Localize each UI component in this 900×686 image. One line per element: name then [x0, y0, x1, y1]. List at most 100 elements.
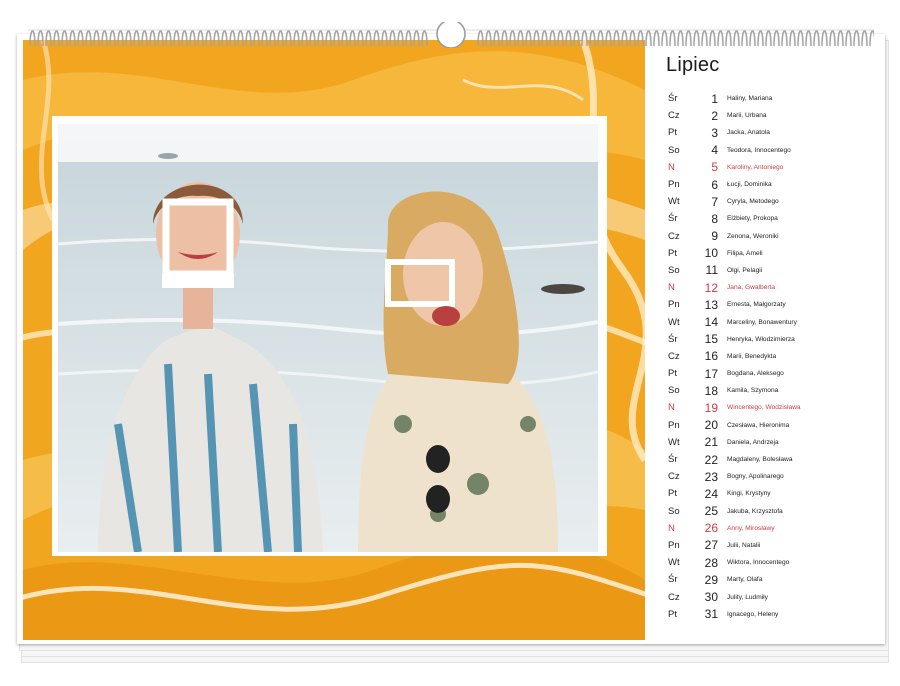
- wire-loop: [157, 30, 164, 47]
- day-row: Cz 30 Julity, Ludmiły: [665, 588, 875, 605]
- day-row: Śr 1 Haliny, Mariana: [665, 90, 875, 107]
- day-row: N 19 Wincentego, Wodzisława: [665, 399, 875, 416]
- wire-loop: [245, 30, 252, 47]
- wire-loop: [589, 30, 596, 47]
- weekday-label: Pn: [668, 419, 680, 431]
- name-day-label: Marceliny, Bonawentury: [727, 318, 797, 326]
- weekday-label: Cz: [668, 591, 680, 603]
- wire-loop: [517, 30, 524, 47]
- wire-loop: [309, 30, 316, 47]
- wire-loop: [373, 30, 380, 47]
- weekday-label: So: [668, 385, 680, 397]
- wire-loop: [573, 30, 580, 47]
- wire-loop: [325, 30, 332, 47]
- name-day-label: Bogdana, Aleksego: [727, 370, 784, 378]
- wire-loop: [789, 30, 796, 47]
- wire-loop: [821, 30, 828, 47]
- day-row: Pt 24 Kingi, Krystyny: [665, 485, 875, 502]
- wire-loop: [285, 30, 292, 47]
- wire-loop: [549, 30, 556, 47]
- wire-loop: [597, 30, 604, 47]
- day-row: Pn 20 Czesława, Hieronima: [665, 417, 875, 434]
- day-row: So 4 Teodora, Innocentego: [665, 142, 875, 159]
- day-number: 27: [704, 538, 718, 553]
- weekday-label: Wt: [668, 436, 680, 448]
- day-number: 25: [704, 504, 718, 519]
- day-number: 31: [704, 607, 718, 622]
- wire-loop: [189, 30, 196, 47]
- name-day-label: Ignacego, Heleny: [727, 610, 779, 618]
- weekday-label: So: [668, 505, 680, 517]
- name-day-label: Jana, Gwalberta: [727, 284, 776, 292]
- name-day-label: Wincentego, Wodzisława: [727, 404, 801, 412]
- wire-loop: [397, 30, 404, 47]
- wire-loop: [837, 30, 844, 47]
- weekday-label: Śr: [668, 454, 678, 466]
- wire-loop: [261, 30, 268, 47]
- name-day-label: Marii, Benedykta: [727, 352, 777, 360]
- day-number: 8: [711, 211, 718, 226]
- wire-loop: [757, 30, 764, 47]
- wire-loop: [533, 30, 540, 47]
- wire-binding: [28, 22, 874, 48]
- wire-loop: [613, 30, 620, 47]
- weekday-label: Cz: [668, 350, 680, 362]
- weekday-label: Wt: [668, 196, 680, 208]
- day-row: So 25 Jakuba, Krzysztofa: [665, 503, 875, 520]
- wire-loop: [341, 30, 348, 47]
- name-day-label: Anny, Mirosławy: [727, 524, 775, 532]
- name-day-label: Marty, Olafa: [727, 576, 763, 584]
- wire-loop: [621, 30, 628, 47]
- wire-loop: [229, 30, 236, 47]
- wire-loop: [717, 30, 724, 47]
- wire-loop: [101, 30, 108, 47]
- wire-loop: [541, 30, 548, 47]
- name-day-label: Henryka, Włodzimierza: [727, 335, 795, 343]
- wire-loop: [365, 30, 372, 47]
- day-number: 6: [711, 177, 718, 192]
- weekday-label: Pn: [668, 179, 680, 191]
- day-row: Pt 10 Filipa, Ameli: [665, 245, 875, 262]
- photo-illustration: [58, 124, 598, 552]
- wire-loop: [765, 30, 772, 47]
- weekday-label: Pt: [668, 247, 677, 259]
- name-day-label: Teodora, Innocentego: [727, 146, 791, 154]
- wire-loop: [869, 30, 874, 47]
- day-number: 20: [704, 418, 718, 433]
- day-row: Śr 29 Marty, Olafa: [665, 571, 875, 588]
- hanger-hook: [436, 22, 466, 48]
- wire-loop: [685, 30, 692, 47]
- day-number: 11: [705, 263, 718, 278]
- day-list: Śr 1 Haliny, Mariana Cz 2 Marii, Urbana Pt 3 Jac…: [665, 90, 875, 623]
- day-row: Pt 31 Ignacego, Heleny: [665, 606, 875, 623]
- day-number: 4: [711, 143, 718, 158]
- weekday-label: N: [668, 402, 675, 414]
- name-day-label: Julii, Natalii: [727, 541, 761, 549]
- wire-loop: [133, 30, 140, 47]
- day-row: Pn 6 Łucji, Dominika: [665, 176, 875, 193]
- day-row: Śr 15 Henryka, Włodzimierza: [665, 331, 875, 348]
- photo-beach-friends: [58, 124, 598, 552]
- wire-loop: [165, 30, 172, 47]
- day-number: 22: [704, 452, 718, 467]
- weekday-label: Cz: [668, 471, 680, 483]
- name-day-label: Elżbiety, Prokopa: [727, 215, 778, 223]
- day-row: N 26 Anny, Mirosławy: [665, 520, 875, 537]
- weekday-label: N: [668, 522, 675, 534]
- name-day-label: Ernesta, Małgorzaty: [727, 301, 786, 309]
- day-row: Cz 23 Bogny, Apolinarego: [665, 468, 875, 485]
- wire-loop: [637, 30, 644, 47]
- wire-loop: [565, 30, 572, 47]
- day-row: Śr 8 Elżbiety, Prokopa: [665, 210, 875, 227]
- wire-loop: [693, 30, 700, 47]
- wire-loop: [725, 30, 732, 47]
- day-number: 2: [711, 108, 718, 123]
- weekday-label: Pt: [668, 608, 677, 620]
- weekday-label: Pn: [668, 299, 680, 311]
- day-row: N 5 Karoliny, Antoniego: [665, 159, 875, 176]
- name-day-label: Cyryla, Metodego: [727, 198, 779, 206]
- name-day-label: Zenona, Weroniki: [727, 232, 779, 240]
- wire-loop: [477, 30, 484, 47]
- name-day-label: Kamila, Szymona: [727, 387, 779, 395]
- day-number: 14: [704, 315, 718, 330]
